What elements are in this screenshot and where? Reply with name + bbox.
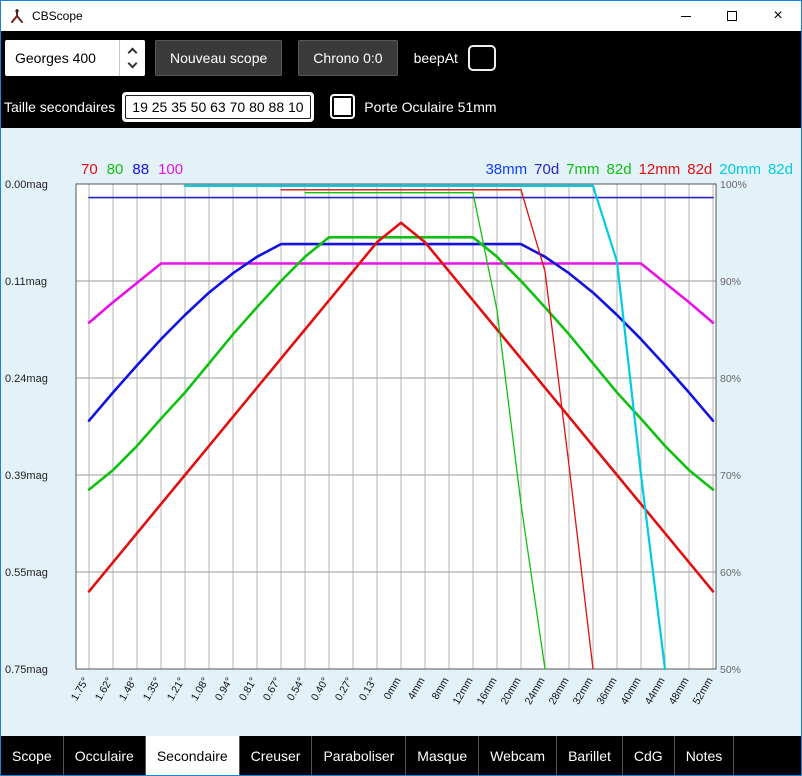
svg-text:1.48°: 1.48° [117, 676, 140, 703]
obstruction-chart: 0.00mag 100% 0.11mag 90% 0.24mag 80% 0.39mag 70… [5, 179, 747, 707]
beepat-label: beepAt [413, 50, 458, 66]
svg-text:0.67°: 0.67° [261, 676, 284, 703]
minimize-button[interactable] [663, 1, 709, 31]
tab-occulaire[interactable]: Occulaire [64, 736, 146, 775]
close-button[interactable]: × [755, 1, 801, 31]
svg-text:0.55mag: 0.55mag [5, 567, 48, 579]
svg-text:0.13°: 0.13° [357, 676, 380, 703]
svg-text:50%: 50% [720, 664, 741, 676]
porte-oculaire-checkbox[interactable] [332, 96, 354, 117]
tab-masque[interactable]: Masque [406, 736, 480, 775]
nouveau-scope-button[interactable]: Nouveau scope [155, 40, 283, 76]
svg-text:4mm: 4mm [406, 675, 428, 701]
window-title: CBScope [32, 9, 83, 23]
taille-secondaires-input[interactable] [125, 94, 312, 119]
tab-scope[interactable]: Scope [1, 736, 64, 775]
svg-text:60%: 60% [720, 567, 741, 579]
chrono-button[interactable]: Chrono 0:0 [298, 40, 398, 76]
taille-secondaires-field-frame [122, 91, 315, 122]
svg-text:0.75mag: 0.75mag [5, 664, 48, 676]
svg-text:32mm: 32mm [571, 675, 596, 706]
svg-text:0.54°: 0.54° [285, 676, 308, 703]
svg-text:12mm: 12mm [451, 675, 476, 706]
tab-creuser[interactable]: Creuser [240, 736, 313, 775]
title-bar[interactable]: CBScope × [1, 1, 801, 31]
svg-text:28mm: 28mm [547, 675, 572, 706]
svg-text:1.62°: 1.62° [93, 676, 116, 703]
chevron-up-icon [127, 47, 138, 58]
scope-select-spinner[interactable] [119, 40, 145, 76]
svg-text:0.11mag: 0.11mag [5, 276, 47, 288]
tab-notes[interactable]: Notes [675, 736, 735, 775]
svg-text:90%: 90% [720, 276, 741, 288]
toolbar-main: Georges 400 Nouveau scope Chrono 0:0 bee… [1, 31, 801, 85]
svg-text:0.00mag: 0.00mag [5, 179, 48, 191]
tab-cdg[interactable]: CdG [623, 736, 675, 775]
tab-barillet[interactable]: Barillet [557, 736, 623, 775]
svg-text:1.21°: 1.21° [165, 676, 188, 703]
maximize-button[interactable] [709, 1, 755, 31]
minimize-icon [681, 15, 691, 17]
svg-text:100%: 100% [720, 179, 747, 191]
svg-text:24mm: 24mm [523, 675, 548, 706]
svg-text:0.24mag: 0.24mag [5, 373, 48, 385]
taille-secondaires-label: Taille secondaires [4, 98, 116, 115]
svg-text:0mm: 0mm [382, 675, 404, 701]
svg-text:80%: 80% [720, 373, 741, 385]
svg-text:40mm: 40mm [619, 675, 644, 706]
close-icon: × [773, 7, 783, 24]
svg-text:0.39mag: 0.39mag [5, 470, 48, 482]
svg-text:44mm: 44mm [643, 675, 668, 706]
app-window: CBScope × Georges 400 Nouveau scope Chro… [0, 0, 802, 776]
beepat-checkbox[interactable] [467, 45, 496, 71]
app-icon [11, 9, 23, 23]
svg-text:70%: 70% [720, 470, 741, 482]
porte-oculaire-label: Porte Oculaire 51mm [364, 98, 497, 115]
tab-webcam[interactable]: Webcam [479, 736, 558, 775]
svg-text:36mm: 36mm [595, 675, 620, 706]
chevron-down-icon [127, 58, 138, 69]
svg-text:20mm: 20mm [499, 675, 524, 706]
svg-text:1.75°: 1.75° [69, 676, 92, 703]
tab-paraboliser[interactable]: Paraboliser [312, 736, 407, 775]
svg-text:1.35°: 1.35° [141, 676, 164, 703]
svg-text:1.08°: 1.08° [189, 676, 212, 703]
scope-select[interactable]: Georges 400 [5, 40, 145, 76]
scope-select-value: Georges 400 [15, 50, 96, 66]
chart-section: 70 80 88 100 38mm 70d 7mm 82d 12mm 82d 2… [1, 128, 801, 736]
svg-text:0.40°: 0.40° [309, 676, 332, 703]
bottom-tab-bar: Scope Occulaire Secondaire Creuser Parab… [1, 736, 801, 775]
svg-text:48mm: 48mm [667, 675, 692, 706]
svg-text:0.81°: 0.81° [237, 676, 260, 703]
svg-text:16mm: 16mm [475, 675, 500, 706]
svg-text:0.94°: 0.94° [213, 676, 236, 703]
toolbar-secondary: Taille secondaires Porte Oculaire 51mm [1, 85, 801, 128]
maximize-icon [727, 11, 737, 21]
svg-text:8mm: 8mm [430, 675, 452, 701]
tab-secondaire[interactable]: Secondaire [145, 736, 240, 775]
svg-text:52mm: 52mm [691, 675, 716, 706]
svg-text:0.27°: 0.27° [333, 676, 356, 703]
